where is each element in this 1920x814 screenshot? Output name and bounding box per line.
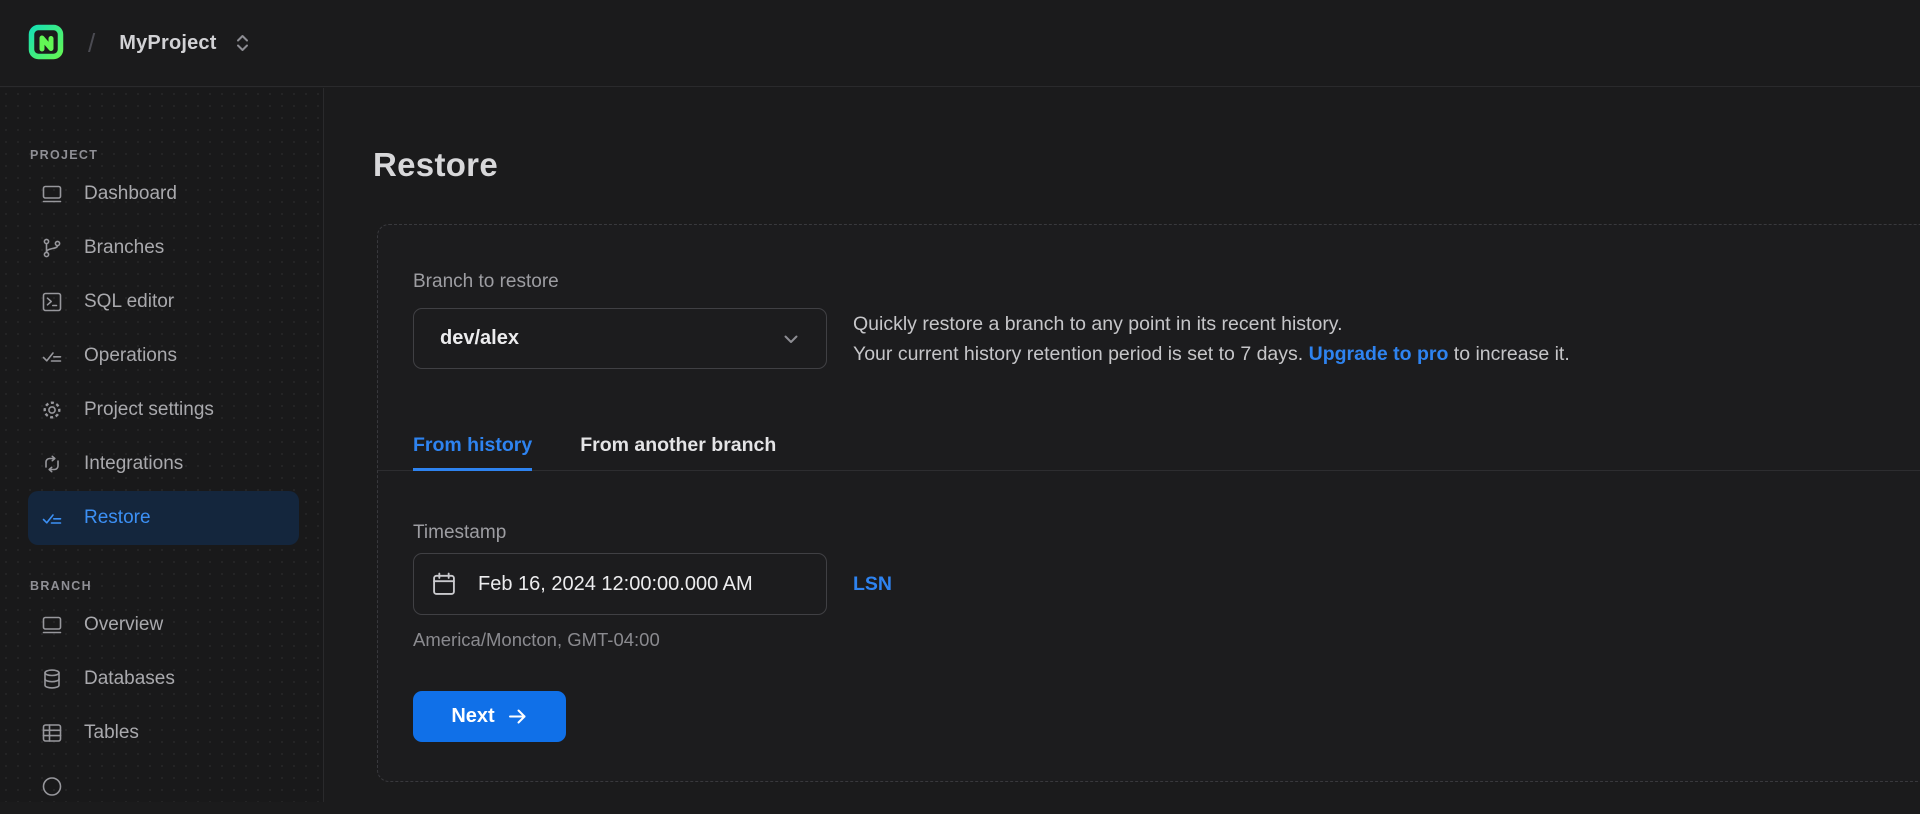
sql-editor-icon xyxy=(40,290,64,314)
sidebar-item-dashboard[interactable]: Dashboard xyxy=(28,167,299,221)
neon-logo-icon[interactable] xyxy=(28,24,66,62)
sidebar-item-overview[interactable]: Overview xyxy=(28,598,299,652)
gear-icon xyxy=(40,398,64,422)
sidebar-item-integrations[interactable]: Integrations xyxy=(28,437,299,491)
circle-icon xyxy=(40,775,64,799)
timestamp-input[interactable]: Feb 16, 2024 12:00:00.000 AM xyxy=(413,553,827,615)
databases-icon xyxy=(40,667,64,691)
sidebar-item-sql-editor[interactable]: SQL editor xyxy=(28,275,299,329)
timestamp-value: Feb 16, 2024 12:00:00.000 AM xyxy=(478,572,753,595)
operations-icon xyxy=(40,344,64,368)
sidebar-item-databases[interactable]: Databases xyxy=(28,652,299,706)
page-title: Restore xyxy=(373,146,498,183)
restore-icon xyxy=(40,506,64,530)
sidebar-item-project-settings[interactable]: Project settings xyxy=(28,383,299,437)
breadcrumb-separator: / xyxy=(88,27,96,58)
tab-from-another-branch[interactable]: From another branch xyxy=(580,417,776,471)
sidebar-item-operations[interactable]: Operations xyxy=(28,329,299,383)
restore-card: Branch to restore dev/alex Quickly resto… xyxy=(377,224,1920,782)
sidebar: PROJECT Dashboard Branches SQL editor Op… xyxy=(0,88,324,802)
sidebar-item-tables[interactable]: Tables xyxy=(28,706,299,760)
arrow-right-icon xyxy=(508,709,526,724)
main-content: Restore Branch to restore dev/alex Quick… xyxy=(325,88,1920,802)
description-line-2: Your current history retention period is… xyxy=(853,343,1570,365)
project-switcher[interactable]: MyProject xyxy=(119,32,249,55)
chevron-down-icon xyxy=(784,335,798,343)
tables-icon xyxy=(40,721,64,745)
overview-icon xyxy=(40,613,64,637)
project-name: MyProject xyxy=(119,31,217,54)
branch-select-value: dev/alex xyxy=(440,327,519,349)
top-bar: / MyProject xyxy=(0,0,1920,87)
sidebar-section-project: PROJECT xyxy=(30,148,99,162)
sidebar-item-restore[interactable]: Restore xyxy=(28,491,299,545)
chevron-up-down-icon xyxy=(236,35,248,51)
branch-select[interactable]: dev/alex xyxy=(413,308,827,369)
sidebar-item-branches[interactable]: Branches xyxy=(28,221,299,275)
branches-icon xyxy=(40,236,64,260)
sidebar-section-branch: BRANCH xyxy=(30,579,92,593)
restore-tabs: From history From another branch xyxy=(378,417,1920,471)
integrations-icon xyxy=(40,452,64,476)
sidebar-item-partial[interactable] xyxy=(28,760,299,814)
timestamp-label: Timestamp xyxy=(413,522,507,543)
branch-select-label: Branch to restore xyxy=(413,271,559,292)
tab-from-history[interactable]: From history xyxy=(413,417,533,471)
lsn-link[interactable]: LSN xyxy=(853,553,892,615)
restore-description: Quickly restore a branch to any point in… xyxy=(853,309,1570,369)
timezone-note: America/Moncton, GMT-04:00 xyxy=(413,629,660,650)
calendar-icon xyxy=(430,570,458,598)
next-button[interactable]: Next xyxy=(413,691,566,742)
upgrade-to-pro-link[interactable]: Upgrade to pro xyxy=(1309,343,1449,365)
description-line-1: Quickly restore a branch to any point in… xyxy=(853,313,1343,335)
dashboard-icon xyxy=(40,182,64,206)
next-button-label: Next xyxy=(451,705,495,727)
